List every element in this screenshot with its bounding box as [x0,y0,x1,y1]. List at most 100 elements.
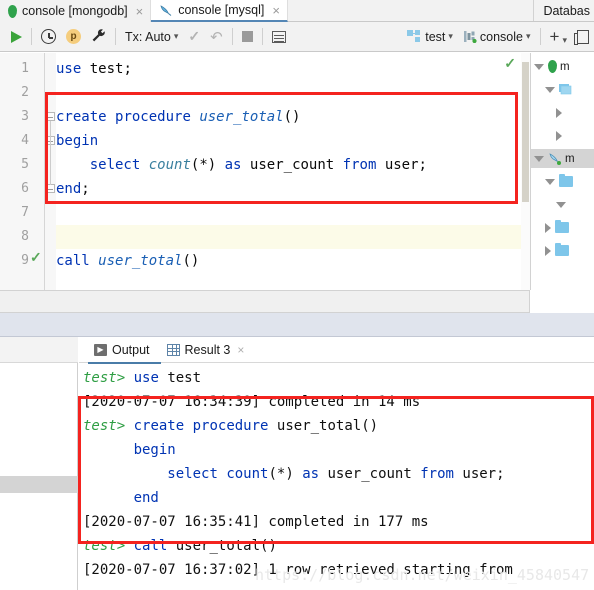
toolbar-divider [261,28,263,45]
output-token: call [133,538,168,554]
tree-row[interactable]: m [531,149,594,168]
mongodb-leaf-icon [548,60,557,73]
tree-row[interactable] [531,218,594,237]
close-icon[interactable]: × [136,5,144,18]
code-line[interactable]: call user_total() [56,249,530,273]
grid-view-button[interactable] [267,22,291,52]
tab-console-mongodb[interactable]: console [mongodb] × [0,0,152,22]
chevron-down-icon[interactable] [556,201,566,208]
close-icon[interactable]: × [272,4,280,17]
profile-button[interactable]: p [61,22,86,52]
mysql-dolphin-icon [548,152,562,165]
history-button[interactable] [36,22,61,52]
services-selected-row[interactable] [0,476,78,493]
code-line[interactable]: select count(*) as user_count from user; [56,153,530,177]
tab-output[interactable]: ▶ Output [88,337,161,364]
tree-row[interactable] [531,241,594,260]
output-token [184,418,192,434]
rollback-button[interactable]: ↶ [205,22,228,52]
editor-scrollbar-thumb[interactable] [522,62,529,202]
code-line[interactable] [56,201,530,225]
output-token: test> [83,370,126,386]
code-line[interactable]: create procedure user_total() [56,105,530,129]
editor-scrollbar[interactable] [521,53,530,290]
copy-icon [574,29,589,45]
add-button[interactable]: + ▾ [545,22,572,52]
commit-button[interactable]: ✓ [183,22,205,52]
output-console-text[interactable]: test> use test [2020-07-07 16:34:39] comp… [79,364,594,590]
execute-button[interactable] [6,22,27,52]
tree-row[interactable]: m [531,57,594,76]
tree-row[interactable] [531,172,594,191]
tab-label: console [mongodb] [22,4,128,18]
close-icon[interactable]: × [237,343,244,357]
line-number: 7 [21,205,29,220]
sql-editor[interactable]: 1 2 3 4 5 6 7 8 9 ✓ use test; create procedure us… [0,53,530,290]
folder-icon [559,173,573,187]
chevron-down-icon: ▾ [526,31,531,41]
schema-selector[interactable]: test ▾ [402,22,458,52]
tree-row[interactable] [531,195,594,214]
code-token: ; [418,157,427,173]
duplicate-button[interactable] [572,22,594,52]
tab-console-mysql[interactable]: console [mysql] × [151,0,288,22]
output-token: test> [83,538,126,554]
output-token: test> [83,418,126,434]
code-token: user_total [98,253,183,269]
chevron-right-icon[interactable] [556,107,562,118]
output-line: begin [83,438,176,462]
profile-badge-icon: p [66,29,81,44]
output-token [294,466,302,482]
result-tab-label: Result 3 [184,342,231,357]
tree-row[interactable] [531,103,594,122]
execute-icon [11,30,22,43]
chevron-right-icon[interactable] [545,245,551,256]
stop-button[interactable] [237,22,258,52]
tab-result-3[interactable]: Result 3 × [161,337,256,363]
code-text-area[interactable]: use test; create procedure user_total() be… [56,53,530,290]
chevron-down-icon[interactable] [545,178,555,185]
code-line[interactable]: end; [56,177,530,201]
output-token: create [133,418,185,434]
fold-toggle[interactable] [46,112,55,121]
chevron-down-icon[interactable] [534,63,544,70]
output-line: test> call user_total() [83,534,277,558]
code-line[interactable] [56,81,530,105]
tx-mode-dropdown[interactable]: Tx: Auto ▾ [120,22,183,52]
output-token [167,538,175,554]
output-line: select count(*) as user_count from user; [83,462,504,486]
code-line[interactable]: use test; [56,57,530,81]
output-token [125,418,133,434]
console-session-icon [463,30,477,44]
statement-success-icon: ✓ [30,249,42,265]
fold-toggle[interactable] [46,184,55,193]
tree-row[interactable] [531,80,594,99]
database-panel-label: Databas [543,3,590,18]
database-tree-panel[interactable]: mm [530,53,594,290]
chevron-right-icon[interactable] [556,130,562,141]
settings-button[interactable] [86,22,111,52]
mongodb-leaf-icon [8,4,17,18]
services-left-strip[interactable] [0,337,78,590]
panel-splitter-band[interactable] [0,313,594,337]
output-token: [2020-07-07 16:34:39] completed in 14 ms [83,394,421,410]
stack-icon [559,83,572,96]
chevron-right-icon[interactable] [545,222,551,233]
output-token: (*) [268,466,294,482]
tree-row[interactable] [531,126,594,145]
output-token: begin [133,442,176,458]
grid-icon [271,30,286,43]
mysql-dolphin-icon [159,4,173,17]
chevron-down-icon[interactable] [545,86,555,93]
code-line[interactable] [56,225,530,249]
code-token: test [89,61,124,77]
database-panel-title[interactable]: Databas [533,0,594,21]
chevron-down-icon[interactable] [534,155,544,162]
code-line[interactable]: begin [56,129,530,153]
editor-status-check-icon: ✓ [504,55,516,71]
output-token [83,442,134,458]
session-selector[interactable]: console ▾ [458,22,536,52]
